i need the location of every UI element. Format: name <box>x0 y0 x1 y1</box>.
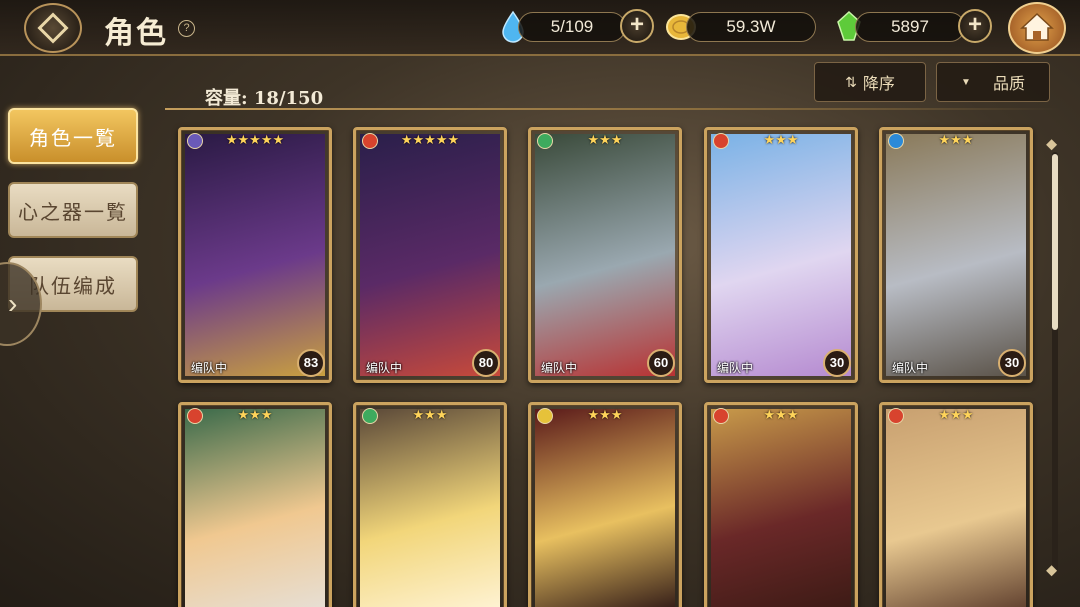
diamond-icon <box>37 12 69 44</box>
menu-diamond-button[interactable] <box>24 3 82 53</box>
character-card[interactable]: ★★★ <box>704 402 858 607</box>
home-button[interactable] <box>1008 2 1066 54</box>
rarity-stars: ★★★ <box>763 132 799 147</box>
chevron-right-icon: › <box>8 288 18 319</box>
filter-label: 品质 <box>992 76 1025 93</box>
quality-filter-button[interactable]: ▼ 品质 <box>936 62 1050 102</box>
character-card[interactable]: ★★★ <box>353 402 507 607</box>
scrollbar-thumb[interactable] <box>1052 154 1058 330</box>
character-card[interactable]: ★★★ <box>879 402 1033 607</box>
character-portrait <box>535 409 675 607</box>
stamina-counter: 5/109 <box>518 12 626 42</box>
character-card[interactable]: ★★★★★ 编队中 80 <box>353 127 507 383</box>
character-card[interactable]: ★★★ <box>528 402 682 607</box>
character-portrait <box>185 134 325 376</box>
character-portrait <box>360 409 500 607</box>
character-card[interactable]: ★★★ 编队中 30 <box>879 127 1033 383</box>
character-card[interactable]: ★★★ 编队中 60 <box>528 127 682 383</box>
character-portrait <box>886 409 1026 607</box>
page-title: 角色 <box>104 16 168 51</box>
sort-icon: ⇅ <box>845 73 857 90</box>
crystal-counter: 5897 <box>855 12 965 42</box>
character-portrait <box>886 134 1026 376</box>
in-team-status: 编队中 <box>366 361 403 375</box>
rarity-stars: ★★★ <box>412 407 448 422</box>
in-team-status: 编队中 <box>892 361 929 375</box>
level-badge: 80 <box>472 349 500 377</box>
character-portrait <box>535 134 675 376</box>
rarity-stars: ★★★★★ <box>225 132 285 147</box>
character-card[interactable]: ★★★ <box>178 402 332 607</box>
level-badge: 83 <box>297 349 325 377</box>
rarity-stars: ★★★★★ <box>400 132 460 147</box>
character-card[interactable]: ★★★ 编队中 30 <box>704 127 858 383</box>
character-portrait <box>711 409 851 607</box>
character-portrait <box>185 409 325 607</box>
rarity-stars: ★★★ <box>587 407 623 422</box>
home-icon <box>1020 12 1054 41</box>
character-portrait <box>711 134 851 376</box>
capacity-label: 容量: 18/150 <box>205 88 324 109</box>
gold-counter: 59.3W <box>686 12 816 42</box>
rarity-stars: ★★★ <box>938 132 974 147</box>
level-badge: 30 <box>998 349 1026 377</box>
in-team-status: 编队中 <box>191 361 228 375</box>
level-badge: 60 <box>647 349 675 377</box>
top-bar: 角色 ? 5/109 + 59.3W 5897 + <box>0 0 1080 56</box>
sort-order-button[interactable]: ⇅ 降序 <box>814 62 926 102</box>
sidebar-item-character-list[interactable]: 角色一覧 <box>8 108 138 164</box>
sort-label: 降序 <box>862 76 895 93</box>
in-team-status: 编队中 <box>541 361 578 375</box>
help-icon[interactable]: ? <box>178 20 195 37</box>
character-card[interactable]: ★★★★★ 编队中 83 <box>178 127 332 383</box>
add-stamina-button[interactable]: + <box>620 9 654 43</box>
character-portrait <box>360 134 500 376</box>
rarity-stars: ★★★ <box>763 407 799 422</box>
level-badge: 30 <box>823 349 851 377</box>
scroll-bottom-ornament-icon: ⬥ <box>1046 562 1058 579</box>
add-crystal-button[interactable]: + <box>958 9 992 43</box>
rarity-stars: ★★★ <box>938 407 974 422</box>
chevron-down-icon: ▼ <box>961 76 971 88</box>
sidebar-item-heart-vessel-list[interactable]: 心之器一覧 <box>8 182 138 238</box>
rarity-stars: ★★★ <box>587 132 623 147</box>
rarity-stars: ★★★ <box>237 407 273 422</box>
divider <box>165 108 1060 110</box>
in-team-status: 编队中 <box>717 361 754 375</box>
